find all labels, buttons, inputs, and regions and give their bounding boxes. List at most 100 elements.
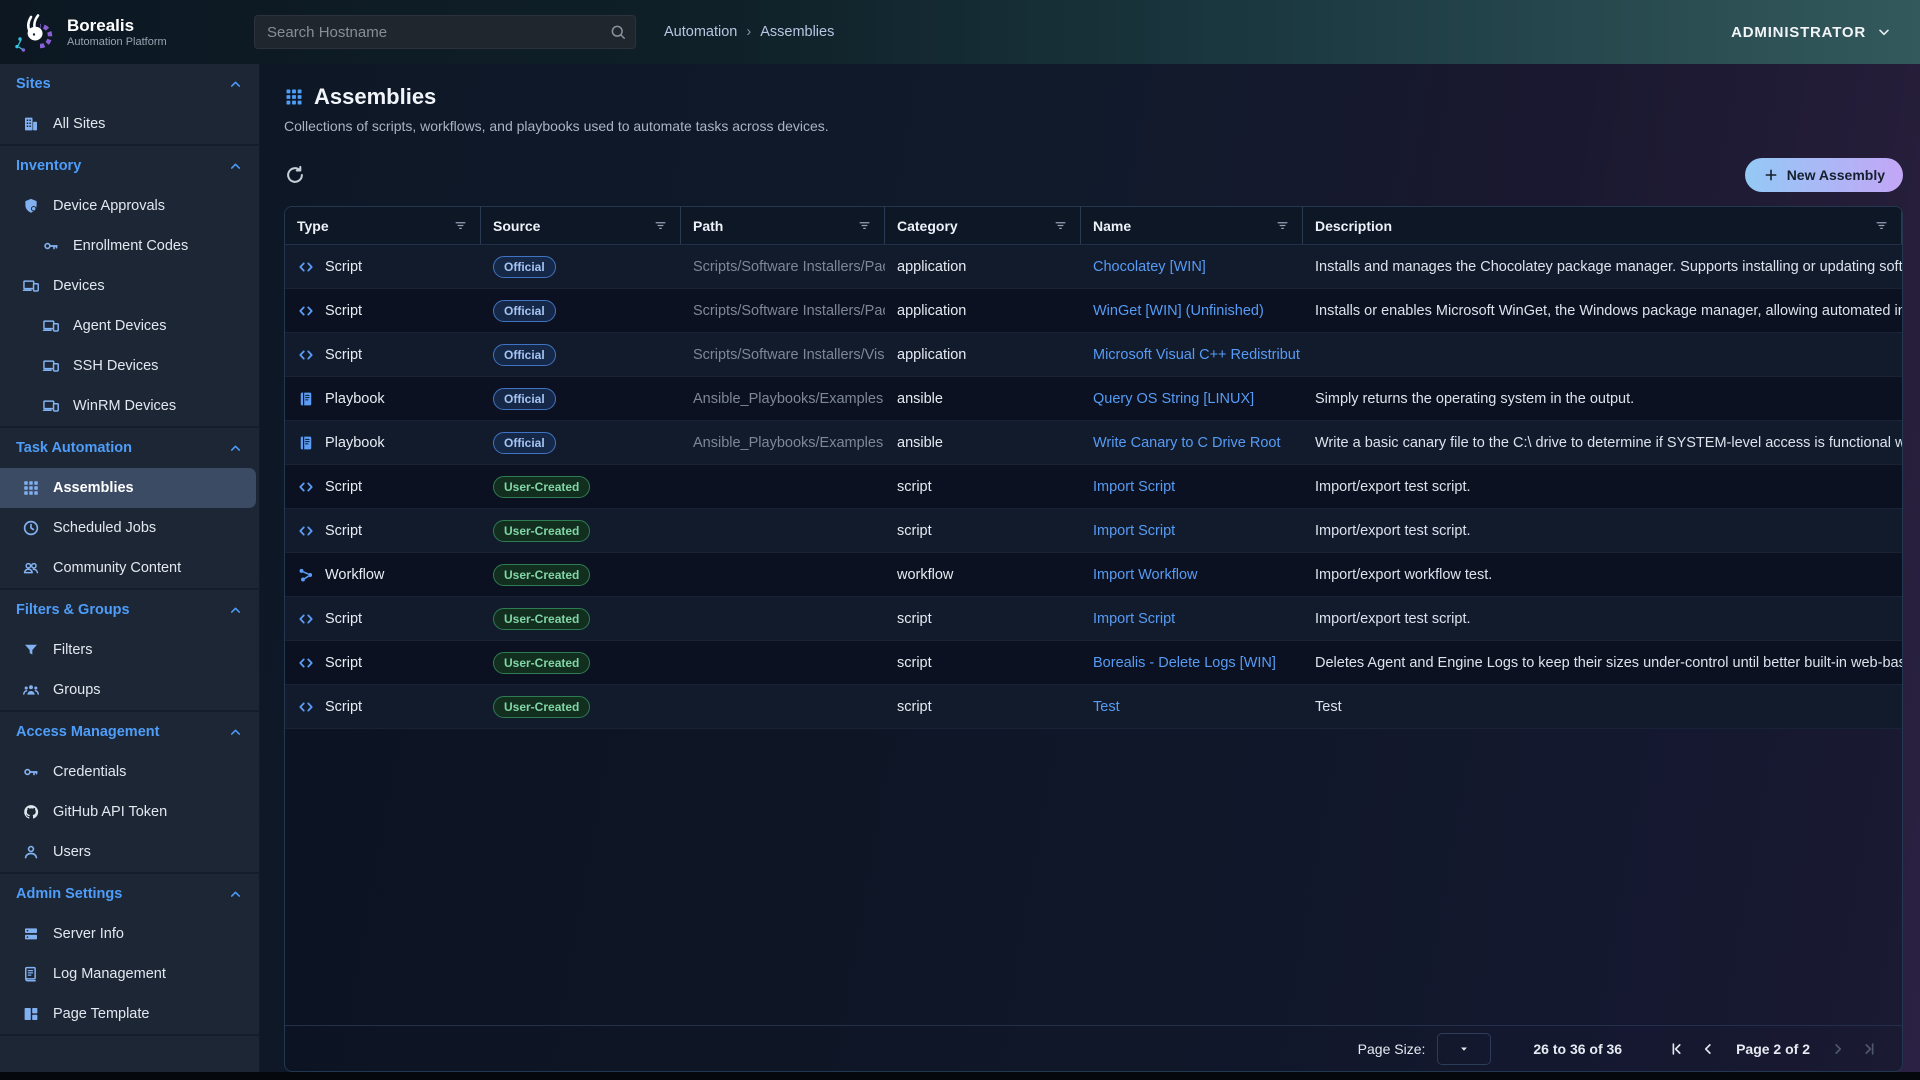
sidebar-item-label: Enrollment Codes xyxy=(73,238,188,254)
source-cell: User-Created xyxy=(481,564,681,586)
code-icon xyxy=(297,478,315,496)
assembly-name-link[interactable]: Query OS String [LINUX] xyxy=(1093,391,1254,407)
first-page-button[interactable] xyxy=(1663,1036,1689,1062)
name-cell: Query OS String [LINUX] xyxy=(1081,391,1303,407)
sidebar-section-header-task-automation[interactable]: Task Automation xyxy=(0,428,259,468)
sidebar-item-scheduled-jobs[interactable]: Scheduled Jobs xyxy=(0,508,259,548)
type-cell: Script xyxy=(285,478,481,496)
sidebar-item-community-content[interactable]: Community Content xyxy=(0,548,259,588)
brand-name: Borealis xyxy=(67,16,167,36)
filter-icon xyxy=(653,218,668,233)
sidebar-section-header-inventory[interactable]: Inventory xyxy=(0,146,259,186)
table-row: ScriptUser-CreatedscriptImport ScriptImp… xyxy=(285,597,1902,641)
hostname-search xyxy=(254,15,636,49)
search-icon[interactable] xyxy=(609,23,627,41)
name-cell: Microsoft Visual C++ Redistribut xyxy=(1081,347,1303,363)
user-menu[interactable]: ADMINISTRATOR xyxy=(1731,24,1892,41)
name-cell: Import Script xyxy=(1081,479,1303,495)
sidebar-item-label: Filters xyxy=(53,642,92,658)
table-row: ScriptOfficialScripts/Software Installer… xyxy=(285,333,1902,377)
assembly-name-link[interactable]: WinGet [WIN] (Unfinished) xyxy=(1093,303,1264,319)
assembly-name-link[interactable]: Import Workflow xyxy=(1093,567,1197,583)
sidebar-item-filters[interactable]: Filters xyxy=(0,630,259,670)
sidebar-item-label: Scheduled Jobs xyxy=(53,520,156,536)
source-cell: Official xyxy=(481,432,681,454)
column-header-path[interactable]: Path xyxy=(681,207,885,244)
sidebar-item-device-approvals[interactable]: Device Approvals xyxy=(0,186,259,226)
column-header-type[interactable]: Type xyxy=(285,207,481,244)
sidebar-item-page-template[interactable]: Page Template xyxy=(0,994,259,1034)
chevron-up-icon xyxy=(228,725,243,740)
prev-page-button[interactable] xyxy=(1695,1036,1721,1062)
search-input[interactable] xyxy=(254,15,636,49)
path-cell: Ansible_Playbooks/Examples xyxy=(681,391,885,407)
sidebar-item-credentials[interactable]: Credentials xyxy=(0,752,259,792)
sidebar-section-header-sites[interactable]: Sites xyxy=(0,64,259,104)
devices-icon xyxy=(42,397,60,415)
assembly-name-link[interactable]: Write Canary to C Drive Root xyxy=(1093,435,1280,451)
table-footer: Page Size: 26 to 36 of 36 Page xyxy=(285,1025,1902,1071)
type-cell: Script xyxy=(285,610,481,628)
filter-icon xyxy=(857,218,872,233)
code-icon xyxy=(297,258,315,276)
sidebar-item-enrollment-codes[interactable]: Enrollment Codes xyxy=(0,226,259,266)
assembly-name-link[interactable]: Chocolatey [WIN] xyxy=(1093,259,1206,275)
sidebar-item-ssh-devices[interactable]: SSH Devices xyxy=(0,346,259,386)
top-bar: Borealis Automation Platform Automation … xyxy=(0,0,1920,64)
sidebar-section-header-access-management[interactable]: Access Management xyxy=(0,712,259,752)
sidebar-nav: SitesAll SitesInventory Device Approvals E… xyxy=(0,64,260,1072)
type-label: Script xyxy=(325,523,362,539)
type-label: Script xyxy=(325,699,362,715)
sidebar-section-header-filters-groups[interactable]: Filters & Groups xyxy=(0,590,259,630)
assembly-name-link[interactable]: Microsoft Visual C++ Redistribut xyxy=(1093,347,1300,363)
column-header-source[interactable]: Source xyxy=(481,207,681,244)
sidebar-item-users[interactable]: Users xyxy=(0,832,259,872)
refresh-icon[interactable] xyxy=(284,164,306,186)
sidebar-section-header-admin-settings[interactable]: Admin Settings xyxy=(0,874,259,914)
sidebar-section-label: Task Automation xyxy=(16,440,132,456)
sidebar-item-assemblies[interactable]: Assemblies xyxy=(0,468,256,508)
code-icon xyxy=(297,610,315,628)
sidebar-item-winrm-devices[interactable]: WinRM Devices xyxy=(0,386,259,426)
breadcrumb-automation[interactable]: Automation xyxy=(664,24,737,40)
description-cell: Simply returns the operating system in t… xyxy=(1303,391,1902,407)
column-header-category[interactable]: Category xyxy=(885,207,1081,244)
sidebar-item-label: Log Management xyxy=(53,966,166,982)
sidebar-item-label: Server Info xyxy=(53,926,124,942)
description-cell: Test xyxy=(1303,699,1902,715)
type-cell: Script xyxy=(285,522,481,540)
category-cell: script xyxy=(885,699,1081,715)
sidebar-item-server-info[interactable]: Server Info xyxy=(0,914,259,954)
chevron-up-icon xyxy=(228,603,243,618)
last-page-button[interactable] xyxy=(1857,1036,1883,1062)
source-cell: User-Created xyxy=(481,520,681,542)
sidebar-item-devices[interactable]: Devices xyxy=(0,266,259,306)
page-size-select[interactable] xyxy=(1437,1033,1491,1065)
column-header-description[interactable]: Description xyxy=(1303,207,1902,244)
new-assembly-button[interactable]: New Assembly xyxy=(1745,158,1903,192)
column-header-name[interactable]: Name xyxy=(1081,207,1303,244)
sidebar-item-github-api-token[interactable]: GitHub API Token xyxy=(0,792,259,832)
assembly-name-link[interactable]: Import Script xyxy=(1093,611,1175,627)
path-cell: Scripts/Software Installers/Pac xyxy=(681,259,885,275)
assembly-name-link[interactable]: Test xyxy=(1093,699,1120,715)
sidebar-item-groups[interactable]: Groups xyxy=(0,670,259,710)
sidebar-item-label: Device Approvals xyxy=(53,198,165,214)
code-icon xyxy=(297,654,315,672)
sidebar-section-label: Filters & Groups xyxy=(16,602,130,618)
table-row: ScriptUser-CreatedscriptTestTest xyxy=(285,685,1902,729)
shield-check-icon xyxy=(22,197,40,215)
breadcrumb-assemblies[interactable]: Assemblies xyxy=(760,24,834,40)
sidebar-item-agent-devices[interactable]: Agent Devices xyxy=(0,306,259,346)
sidebar-item-all-sites[interactable]: All Sites xyxy=(0,104,259,144)
assembly-name-link[interactable]: Borealis - Delete Logs [WIN] xyxy=(1093,655,1276,671)
people-icon xyxy=(22,559,40,577)
next-page-button[interactable] xyxy=(1825,1036,1851,1062)
assembly-name-link[interactable]: Import Script xyxy=(1093,523,1175,539)
assembly-name-link[interactable]: Import Script xyxy=(1093,479,1175,495)
category-cell: application xyxy=(885,347,1081,363)
description-cell: Installs or enables Microsoft WinGet, th… xyxy=(1303,303,1902,319)
sidebar-item-log-management[interactable]: Log Management xyxy=(0,954,259,994)
workflow-icon xyxy=(297,566,315,584)
type-label: Script xyxy=(325,479,362,495)
